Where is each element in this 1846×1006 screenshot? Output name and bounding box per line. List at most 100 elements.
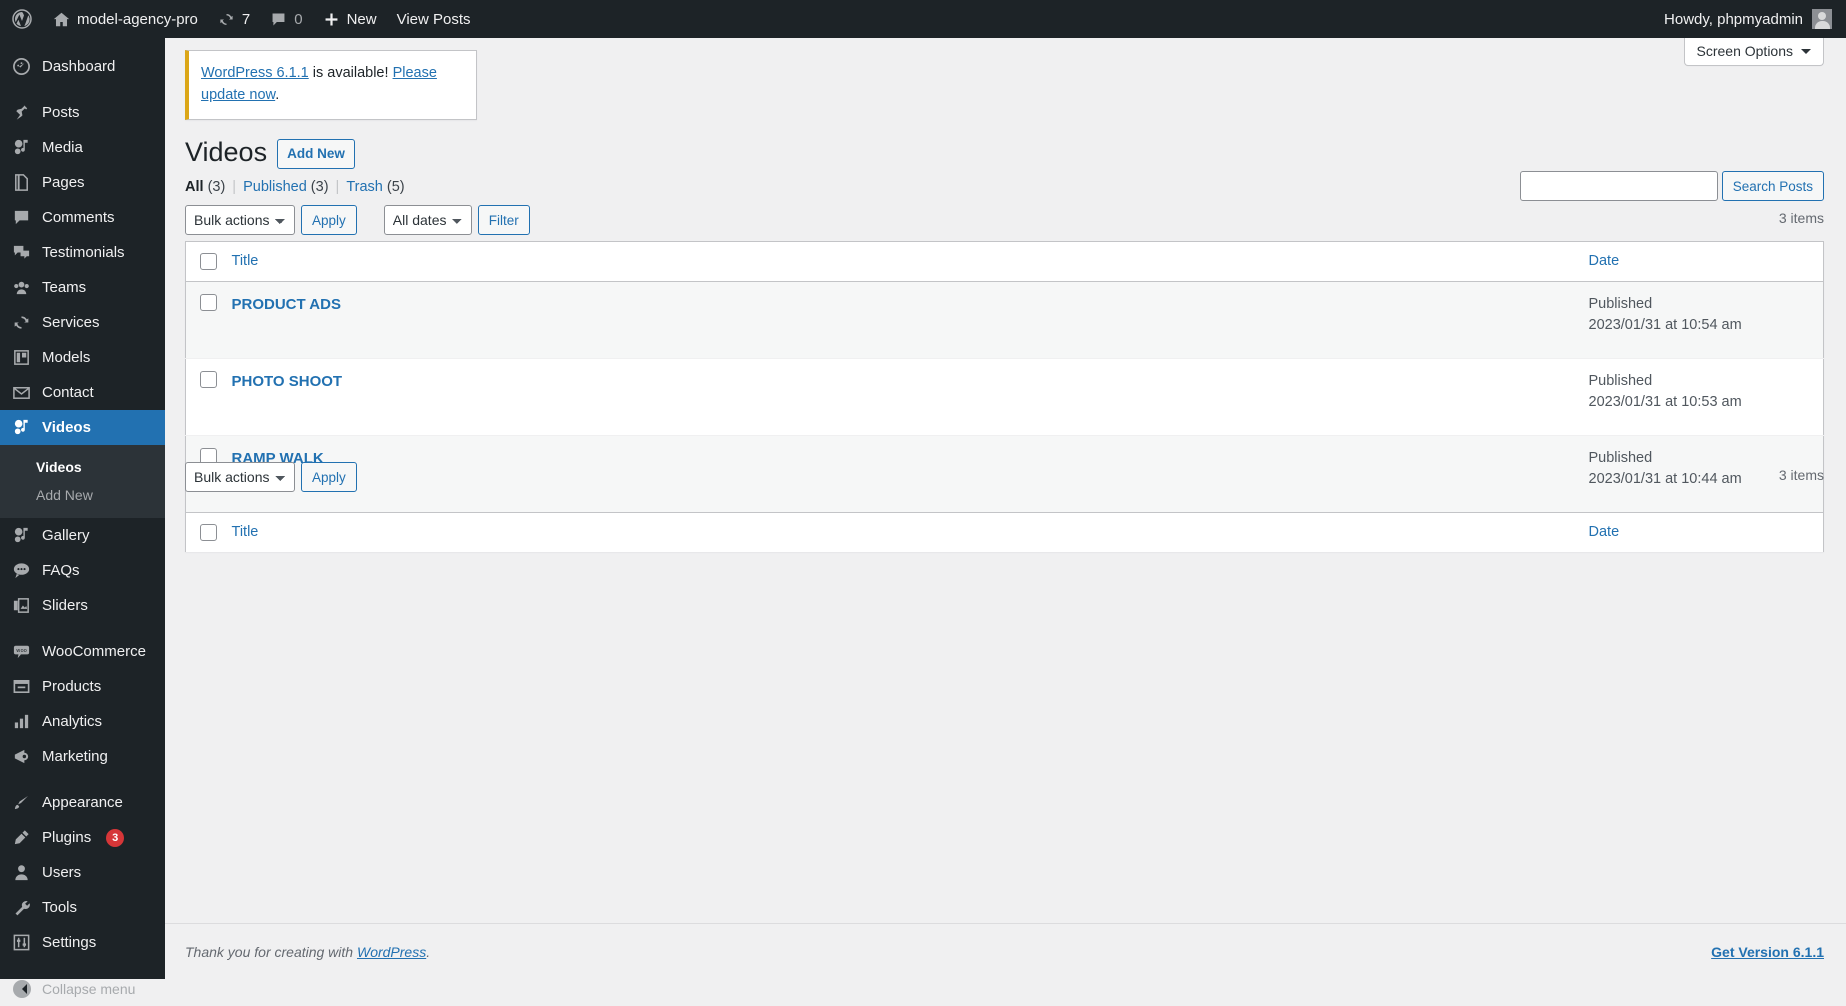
wordpress-link[interactable]: WordPress: [357, 944, 426, 960]
sidebar-item-media[interactable]: Media: [0, 130, 165, 165]
sidebar-item-settings[interactable]: Settings: [0, 925, 165, 960]
site-name-label: model-agency-pro: [77, 10, 198, 28]
search-posts-button[interactable]: Search Posts: [1721, 171, 1824, 201]
view-link-trash[interactable]: Trash: [346, 179, 383, 195]
chevron-down-icon: [1801, 48, 1811, 54]
row-title-cell: PRODUCT ADS: [226, 282, 1579, 359]
displaying-num-top: 3 items: [1778, 210, 1824, 226]
view-posts-button[interactable]: View Posts: [387, 0, 481, 38]
admin-bar: model-agency-pro 7 0 New View Posts Howd…: [0, 0, 1846, 38]
comments-count: 0: [294, 10, 303, 28]
testimonials-icon: [11, 242, 32, 263]
sort-by-date-link-top[interactable]: Date: [1589, 253, 1620, 269]
column-footer-title: Title: [225, 512, 1579, 553]
row-checkbox[interactable]: [200, 371, 217, 389]
updates-count: 7: [241, 10, 251, 28]
get-version-link[interactable]: Get Version 6.1.1: [1711, 944, 1824, 960]
filter-button[interactable]: Filter: [477, 205, 530, 235]
new-content-button[interactable]: New: [313, 0, 387, 38]
sidebar-item-teams[interactable]: Teams: [0, 270, 165, 305]
row-title-link[interactable]: PHOTO SHOOT: [232, 373, 343, 390]
updates-button[interactable]: 7: [208, 0, 260, 38]
apply-bulk-action-button-bottom[interactable]: Apply: [301, 462, 357, 492]
screen-options-label: Screen Options: [1696, 43, 1794, 59]
screen-options-button[interactable]: Screen Options: [1683, 38, 1824, 66]
sidebar-item-testimonials[interactable]: Testimonials: [0, 235, 165, 270]
woocommerce-icon: woo: [11, 641, 32, 662]
collapse-arrow-icon: [11, 978, 32, 999]
view-count-all: (3): [207, 179, 226, 195]
select-all-checkbox-top[interactable]: [200, 253, 217, 270]
home-icon: [53, 11, 70, 28]
row-checkbox[interactable]: [200, 294, 217, 312]
sidebar-label: Services: [42, 314, 100, 331]
search-input[interactable]: [1519, 171, 1718, 201]
row-date-cell: Published 2023/01/31 at 10:54 am: [1579, 282, 1824, 359]
row-title-link[interactable]: PRODUCT ADS: [232, 296, 341, 313]
row-select-cell: [186, 359, 226, 436]
sidebar-item-products[interactable]: Products: [0, 669, 165, 704]
column-header-date: Date: [1578, 241, 1824, 282]
apply-bulk-action-button-top[interactable]: Apply: [301, 205, 357, 235]
notice-middle-text: is available!: [308, 65, 393, 81]
sidebar-label: Media: [42, 139, 83, 156]
select-all-checkbox-bottom[interactable]: [200, 524, 217, 542]
pin-icon: [11, 102, 32, 123]
footer-version: Get Version 6.1.1: [1711, 944, 1824, 960]
view-link-published[interactable]: Published: [243, 179, 307, 195]
svg-text:woo: woo: [16, 648, 27, 654]
sidebar-label: Tools: [42, 899, 78, 916]
products-icon: [11, 676, 32, 697]
account-greeting: Howdy, phpmyadmin: [1664, 10, 1803, 28]
sidebar-item-appearance[interactable]: Appearance: [0, 785, 165, 820]
sidebar-item-plugins[interactable]: Plugins 3: [0, 820, 165, 855]
sidebar-item-posts[interactable]: Posts: [0, 95, 165, 130]
sidebar-label: Posts: [42, 104, 80, 121]
sidebar-item-services[interactable]: Services: [0, 305, 165, 340]
bulk-actions-select-bottom[interactable]: Bulk actions: [185, 462, 295, 492]
sidebar-item-marketing[interactable]: Marketing: [0, 739, 165, 774]
sidebar-item-models[interactable]: Models: [0, 340, 165, 375]
teams-icon: [11, 277, 32, 298]
sidebar-item-tools[interactable]: Tools: [0, 890, 165, 925]
sidebar-label: Videos: [42, 419, 91, 436]
sidebar-item-faqs[interactable]: FAQs: [0, 553, 165, 588]
sidebar-item-woocommerce[interactable]: woo WooCommerce: [0, 634, 165, 669]
wordpress-logo-icon: [12, 9, 32, 29]
sidebar-item-users[interactable]: Users: [0, 855, 165, 890]
wordpress-logo-button[interactable]: [0, 0, 43, 38]
sidebar-item-contact[interactable]: Contact: [0, 375, 165, 410]
sidebar-item-dashboard[interactable]: Dashboard: [0, 49, 165, 84]
sidebar-label: Testimonials: [42, 244, 125, 261]
user-icon: [11, 862, 32, 883]
sidebar-item-analytics[interactable]: Analytics: [0, 704, 165, 739]
sidebar-item-comments[interactable]: Comments: [0, 200, 165, 235]
sidebar-item-sliders[interactable]: Sliders: [0, 588, 165, 623]
view-link-all[interactable]: All: [185, 179, 204, 195]
sort-by-title-link-bottom[interactable]: Title: [232, 524, 259, 540]
sidebar-label: Models: [42, 349, 91, 366]
submenu-item-videos[interactable]: Videos: [0, 453, 165, 481]
wordpress-version-link[interactable]: WordPress 6.1.1: [201, 65, 309, 81]
plus-icon: [323, 11, 340, 28]
sidebar-label: Comments: [42, 209, 115, 226]
site-name-button[interactable]: model-agency-pro: [43, 0, 208, 38]
updates-icon: [218, 11, 235, 28]
sort-by-date-link-bottom[interactable]: Date: [1589, 524, 1620, 540]
date-filter-select[interactable]: All dates: [383, 205, 472, 235]
add-new-button[interactable]: Add New: [277, 138, 355, 170]
main-content: Screen Options WordPress 6.1.1 is availa…: [165, 38, 1846, 979]
comments-button[interactable]: 0: [260, 0, 312, 38]
sort-by-title-link-top[interactable]: Title: [232, 253, 259, 269]
sidebar-item-pages[interactable]: Pages: [0, 165, 165, 200]
sidebar-label: Products: [42, 678, 102, 695]
sidebar-item-videos[interactable]: Videos: [0, 410, 173, 445]
collapse-menu-button[interactable]: Collapse menu: [0, 971, 165, 1006]
submenu-item-add-new[interactable]: Add New: [0, 481, 165, 509]
select-all-header: [185, 241, 226, 282]
account-menu-button[interactable]: Howdy, phpmyadmin: [1664, 9, 1846, 29]
videos-icon: [11, 417, 32, 438]
bulk-actions-select-top[interactable]: Bulk actions: [185, 205, 295, 235]
displaying-num-bottom: 3 items: [1778, 467, 1824, 483]
sidebar-item-gallery[interactable]: Gallery: [0, 518, 165, 553]
